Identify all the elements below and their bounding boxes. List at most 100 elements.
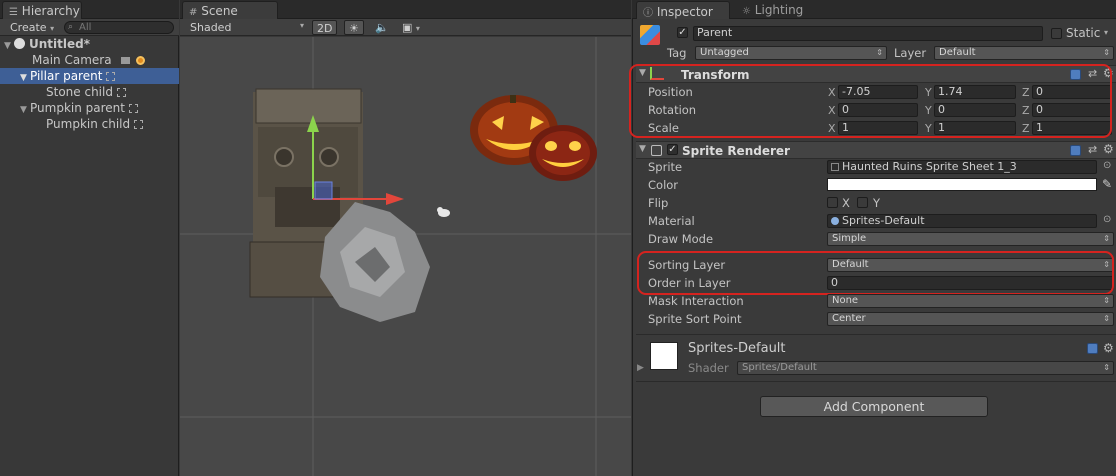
flip-label: Flip <box>648 196 669 210</box>
sprite-renderer-title: Sprite Renderer <box>682 144 790 158</box>
material-preview-thumbnail <box>650 342 678 370</box>
sprite-sort-point-dropdown[interactable]: Center ⇕ <box>827 312 1114 326</box>
tag-dropdown[interactable]: Untagged ⇕ <box>695 46 887 60</box>
audio-toggle[interactable]: 🔈 <box>371 20 393 35</box>
create-dropdown[interactable]: Create ▾ <box>6 20 58 35</box>
info-icon: ⓘ <box>643 8 653 19</box>
chevron-down-icon[interactable]: ▾ <box>1104 28 1108 37</box>
shader-label: Shader <box>688 361 729 375</box>
active-checkbox[interactable]: ✓ <box>677 27 688 38</box>
collapse-triangle-icon[interactable]: ▼ <box>639 68 646 78</box>
chevron-updown-icon: ⇕ <box>1103 48 1110 57</box>
order-in-layer-field[interactable]: 0 <box>827 276 1114 290</box>
scale-x-field[interactable]: 1 <box>838 121 918 135</box>
sun-icon: ☀ <box>349 22 359 35</box>
flip-x-label: X <box>842 196 850 210</box>
rotation-z-field[interactable]: 0 <box>1032 103 1112 117</box>
sorting-layer-dropdown[interactable]: Default ⇕ <box>827 258 1114 272</box>
hierarchy-item-main-camera[interactable]: Main Camera <box>0 52 179 68</box>
inspector-tabbar: ⓘ Inspector ☼ Lighting <box>632 0 1116 19</box>
gear-icon[interactable]: ⚙ <box>1103 142 1114 156</box>
static-checkbox[interactable] <box>1051 28 1062 39</box>
position-y-field[interactable]: 1.74 <box>934 85 1016 99</box>
chevron-updown-icon: ⇕ <box>1103 296 1110 305</box>
flip-x-checkbox[interactable] <box>827 197 838 208</box>
flip-y-checkbox[interactable] <box>857 197 868 208</box>
rotation-x-label: X <box>828 104 836 117</box>
rotation-x-field[interactable]: 0 <box>838 103 918 117</box>
sprite-renderer-enabled-checkbox[interactable]: ✓ <box>667 144 678 155</box>
hierarchy-item-pillar-parent[interactable]: ▼ Pillar parent <box>0 68 179 84</box>
mode-2d-toggle[interactable]: 2D <box>312 20 338 35</box>
position-x-label: X <box>828 86 836 99</box>
hierarchy-tabbar: ☰ Hierarchy <box>0 0 179 19</box>
sprite-sort-point-label: Sprite Sort Point <box>648 312 742 326</box>
transform-title: Transform <box>681 68 750 82</box>
hierarchy-search-input[interactable]: ⌕ All <box>64 21 174 34</box>
position-z-field[interactable]: 0 <box>1032 85 1112 99</box>
prefab-icon <box>116 88 126 97</box>
draw-mode-dropdown[interactable]: Simple ⇕ <box>827 232 1114 246</box>
preset-icon[interactable]: ⇄ <box>1088 67 1097 80</box>
position-x-field[interactable]: -7.05 <box>838 85 918 99</box>
shader-dropdown[interactable]: Sprites/Default ⇕ <box>737 361 1114 375</box>
divider <box>636 381 1116 382</box>
hierarchy-list-icon: ☰ <box>9 7 18 18</box>
help-icon[interactable] <box>1070 69 1081 80</box>
object-picker-icon[interactable]: ⊙ <box>1103 214 1111 225</box>
color-label: Color <box>648 178 679 192</box>
hierarchy-toolbar: Create ▾ ⌕ All <box>0 19 179 36</box>
layer-dropdown[interactable]: Default ⇕ <box>934 46 1114 60</box>
gameobject-cube-icon <box>640 25 660 45</box>
scene-viewport[interactable] <box>180 37 631 476</box>
gear-icon[interactable]: ⚙ <box>1103 66 1114 80</box>
help-icon[interactable] <box>1070 145 1081 156</box>
rotation-y-field[interactable]: 0 <box>934 103 1016 117</box>
material-sphere-icon <box>831 217 839 225</box>
scale-z-field[interactable]: 1 <box>1032 121 1112 135</box>
scale-y-label: Y <box>925 122 932 135</box>
material-field[interactable]: Sprites-Default <box>827 214 1097 228</box>
draw-mode-label: Draw Mode <box>648 232 714 246</box>
prefab-icon <box>134 120 144 129</box>
collapse-triangle-icon[interactable]: ▼ <box>639 144 646 154</box>
hierarchy-scene-row[interactable]: ▼ Untitled* <box>0 36 179 52</box>
tab-lighting[interactable]: ☼ Lighting <box>736 1 826 19</box>
chevron-down-icon: ▾ <box>415 24 420 33</box>
chevron-down-icon: ▾ <box>299 21 304 30</box>
gear-icon[interactable]: ⚙ <box>1103 341 1114 355</box>
static-label: Static <box>1066 26 1101 40</box>
unity-scene-icon <box>14 38 25 49</box>
eyedropper-icon[interactable]: ✎ <box>1102 177 1112 191</box>
image-icon: ▣ <box>402 21 413 34</box>
scene-toolbar: Shaded ▾ 2D ☀ 🔈 ▣ ▾ <box>180 19 631 36</box>
effects-dropdown[interactable]: ▣ ▾ <box>398 20 424 35</box>
color-swatch[interactable] <box>827 178 1097 191</box>
hierarchy-item-pumpkin-child[interactable]: Pumpkin child <box>0 116 179 132</box>
shading-mode-dropdown[interactable]: Shaded ▾ <box>186 20 306 35</box>
add-component-button[interactable]: Add Component <box>760 396 988 417</box>
tab-scene[interactable]: # Scene <box>182 1 278 19</box>
tab-hierarchy[interactable]: ☰ Hierarchy <box>2 1 82 19</box>
object-picker-icon[interactable]: ⊙ <box>1103 160 1111 171</box>
material-name: Sprites-Default <box>688 341 786 356</box>
sprite-renderer-icon <box>651 145 662 156</box>
rotation-z-label: Z <box>1022 104 1030 117</box>
help-icon[interactable] <box>1087 343 1098 354</box>
material-label: Material <box>648 214 695 228</box>
rotation-y-label: Y <box>925 104 932 117</box>
tab-inspector[interactable]: ⓘ Inspector <box>636 1 730 19</box>
lighting-toggle[interactable]: ☀ <box>344 20 364 35</box>
hierarchy-item-pumpkin-parent[interactable]: ▼ Pumpkin parent <box>0 100 179 116</box>
object-name-field[interactable]: Parent <box>693 26 1043 41</box>
sprite-field[interactable]: Haunted Ruins Sprite Sheet 1_3 <box>827 160 1097 174</box>
prefab-icon <box>106 72 116 81</box>
chevron-updown-icon: ⇕ <box>876 48 883 57</box>
collapse-triangle-icon[interactable]: ▶ <box>637 363 644 373</box>
mask-interaction-dropdown[interactable]: None ⇕ <box>827 294 1114 308</box>
sorting-layer-label: Sorting Layer <box>648 258 726 272</box>
hierarchy-item-stone-child[interactable]: Stone child <box>0 84 179 100</box>
scale-y-field[interactable]: 1 <box>934 121 1016 135</box>
tag-label: Tag <box>667 46 687 60</box>
preset-icon[interactable]: ⇄ <box>1088 143 1097 156</box>
